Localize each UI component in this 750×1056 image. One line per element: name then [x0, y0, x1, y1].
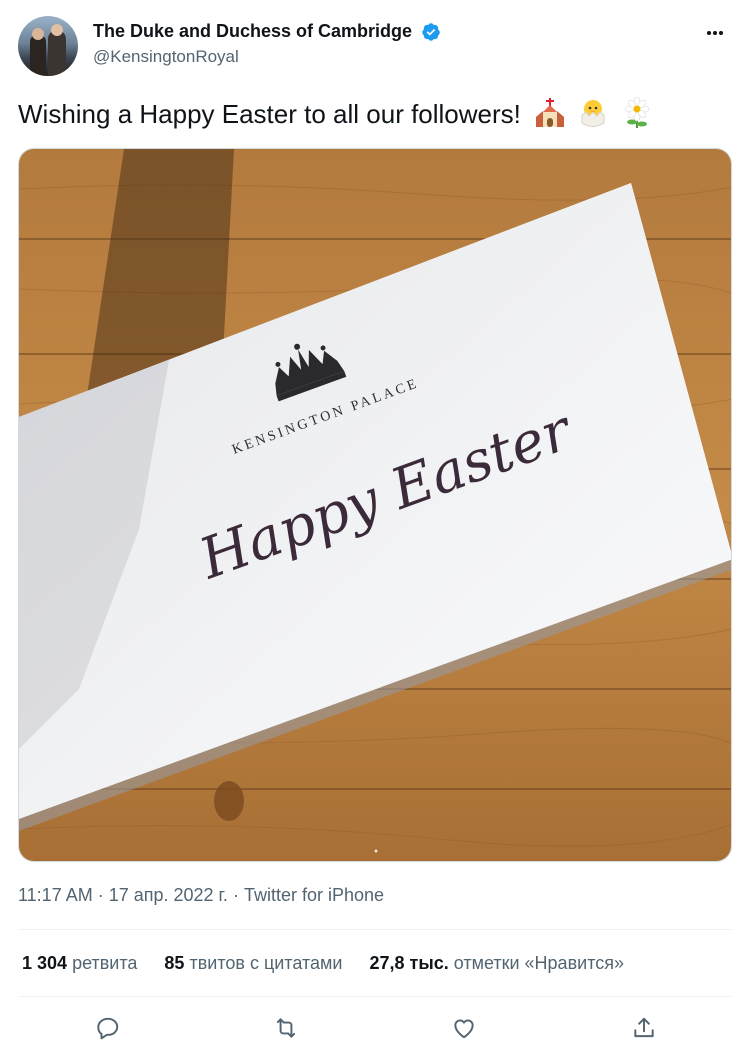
author-names: The Duke and Duchess of Cambridge @Kensi… — [93, 21, 441, 67]
share-icon[interactable] — [626, 1010, 662, 1046]
tweet-text-content: Wishing a Happy Easter to all our follow… — [18, 99, 521, 129]
display-name[interactable]: The Duke and Duchess of Cambridge — [93, 21, 412, 42]
verified-badge-icon — [421, 22, 440, 41]
quotes-stat[interactable]: 85 твитов с цитатами — [164, 953, 342, 974]
tweet-source[interactable]: Twitter for iPhone — [244, 885, 384, 905]
tweet-header: The Duke and Duchess of Cambridge @Kensi… — [18, 16, 732, 78]
tweet-time[interactable]: 11:17 AM — [18, 885, 93, 905]
church-emoji — [536, 98, 565, 127]
like-icon[interactable] — [446, 1010, 482, 1046]
quotes-count: 85 — [164, 953, 185, 973]
reply-icon[interactable] — [90, 1010, 126, 1046]
tweet-date[interactable]: 17 апр. 2022 г. — [109, 885, 228, 905]
tweet-text: Wishing a Happy Easter to all our follow… — [18, 96, 651, 132]
tweet-photo[interactable]: KENSINGTON PALACE Happy Easter — [18, 148, 732, 862]
avatar-figure — [48, 30, 66, 76]
likes-stat[interactable]: 27,8 тыс. отметки «Нравится» — [369, 953, 624, 974]
retweets-label: ретвита — [72, 953, 138, 973]
avatar-figure — [30, 34, 46, 76]
meta-separator: · — [227, 885, 244, 905]
daisy-emoji — [624, 97, 649, 128]
retweet-icon[interactable] — [268, 1010, 304, 1046]
divider — [18, 996, 732, 997]
handle[interactable]: @KensingtonRoyal — [93, 47, 441, 67]
avatar-figure — [51, 24, 63, 36]
tweet-meta: 11:17 AM · 17 апр. 2022 г. · Twitter for… — [18, 885, 384, 906]
likes-count: 27,8 тыс. — [369, 953, 449, 973]
avatar[interactable] — [18, 16, 78, 76]
tweet-stats: 1 304 ретвита 85 твитов с цитатами 27,8 … — [22, 953, 646, 974]
divider — [18, 929, 732, 930]
retweets-count: 1 304 — [22, 953, 68, 973]
retweets-stat[interactable]: 1 304 ретвита — [22, 953, 137, 974]
meta-separator: · — [92, 885, 109, 905]
quotes-label: твитов с цитатами — [189, 953, 343, 973]
hatching-chick-emoji — [581, 100, 605, 127]
avatar-figure — [32, 28, 44, 40]
tweet-actions — [0, 1010, 750, 1046]
more-icon[interactable] — [706, 22, 732, 42]
likes-label: отметки «Нравится» — [453, 953, 624, 973]
